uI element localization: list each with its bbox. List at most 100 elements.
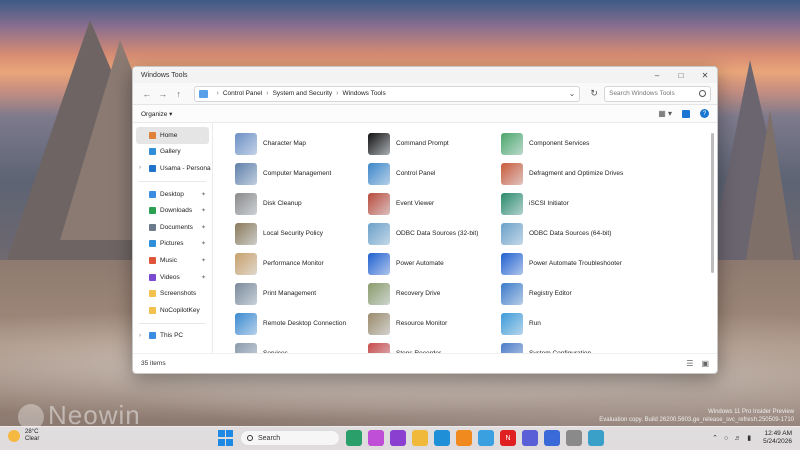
back-button[interactable]: ← xyxy=(139,86,155,102)
start-button[interactable] xyxy=(218,430,234,446)
tool-item-remote-desktop-connection[interactable]: Remote Desktop Connection xyxy=(235,309,368,339)
address-bar[interactable]: › Control Panel › System and Security › … xyxy=(194,85,581,102)
sidebar-item-pictures[interactable]: Pictures ✦ xyxy=(133,236,212,253)
sidebar-item-usama-persona[interactable]: › Usama - Persona xyxy=(133,160,212,177)
chevron-right-icon: › xyxy=(216,90,219,97)
sidebar-item-downloads[interactable]: Downloads ✦ xyxy=(133,202,212,219)
sidebar-item-desktop[interactable]: Desktop ✦ xyxy=(133,186,212,203)
tool-item-recovery-drive[interactable]: Recovery Drive xyxy=(368,279,501,309)
weather-widget[interactable]: 28°C Clear xyxy=(8,429,39,443)
chrome-icon[interactable] xyxy=(478,430,494,446)
tool-item-system-configuration[interactable]: System Configuration xyxy=(501,339,701,353)
chevron-up-icon[interactable]: ⌃ xyxy=(712,434,718,442)
tool-item-run[interactable]: Run xyxy=(501,309,701,339)
services-icon xyxy=(235,343,257,353)
tool-label: Print Management xyxy=(263,290,317,297)
file-explorer-icon[interactable] xyxy=(412,430,428,446)
tool-item-services[interactable]: Services xyxy=(235,339,368,353)
sidebar-item-music[interactable]: Music ✦ xyxy=(133,252,212,269)
tool-item-power-automate[interactable]: Power Automate xyxy=(368,249,501,279)
vertical-scrollbar[interactable] xyxy=(711,133,714,273)
videos-icon xyxy=(149,273,156,281)
performance-monitor-icon xyxy=(235,253,257,275)
maximize-button[interactable]: □ xyxy=(669,67,693,83)
help-icon[interactable]: ? xyxy=(700,109,709,118)
details-view-icon[interactable]: ☰ xyxy=(686,359,693,368)
sidebar-item-label: Home xyxy=(160,131,178,139)
sidebar-item-documents[interactable]: Documents ✦ xyxy=(133,219,212,236)
up-button[interactable]: ↑ xyxy=(171,86,187,102)
clock[interactable]: 12:49 AM 5/24/2026 xyxy=(763,430,792,446)
tool-item-computer-management[interactable]: Computer Management xyxy=(235,159,368,189)
tool-item-resource-monitor[interactable]: Resource Monitor xyxy=(368,309,501,339)
sidebar-item-screenshots[interactable]: Screenshots xyxy=(133,285,212,302)
tool-label: Defragment and Optimize Drives xyxy=(529,170,624,177)
view-options-icon[interactable]: ▦ ▾ xyxy=(658,109,672,118)
breadcrumb-system-security[interactable]: System and Security xyxy=(273,90,333,97)
defragment-icon xyxy=(501,163,523,185)
tool-item-iscsi-initiator[interactable]: iSCSI Initiator xyxy=(501,189,701,219)
security-policy-icon xyxy=(235,223,257,245)
tool-label: Character Map xyxy=(263,140,306,147)
details-pane-icon[interactable] xyxy=(682,109,690,118)
minimize-button[interactable]: – xyxy=(645,67,669,83)
large-icons-view-icon[interactable]: ▣ xyxy=(701,359,709,368)
tool-item-defragment-and-optimize-drives[interactable]: Defragment and Optimize Drives xyxy=(501,159,701,189)
netflix-icon[interactable]: N xyxy=(500,430,516,446)
app-icon-purple[interactable] xyxy=(390,430,406,446)
address-dropdown-icon[interactable]: ⌄ xyxy=(569,89,576,98)
command-prompt-icon xyxy=(368,133,390,155)
breadcrumb-windows-tools[interactable]: Windows Tools xyxy=(343,90,386,97)
app-icon-teal[interactable] xyxy=(588,430,604,446)
volume-icon[interactable]: ♬ xyxy=(734,435,741,442)
teams-icon[interactable] xyxy=(522,430,538,446)
tool-item-odbc-data-sources-32-bit[interactable]: ODBC Data Sources (32-bit) xyxy=(368,219,501,249)
copilot-icon[interactable] xyxy=(368,430,384,446)
view-toggle: ☰ ▣ xyxy=(686,359,709,368)
tool-item-local-security-policy[interactable]: Local Security Policy xyxy=(235,219,368,249)
window-controls: – □ ✕ xyxy=(645,67,717,83)
chevron-right-icon[interactable]: › xyxy=(139,165,141,171)
tool-item-registry-editor[interactable]: Registry Editor xyxy=(501,279,701,309)
taskbar-search[interactable]: Search xyxy=(240,430,340,446)
tool-item-power-automate-troubleshooter[interactable]: Power Automate Troubleshooter xyxy=(501,249,701,279)
taskbar: 28°C Clear Search N ⌃ ○ ♬ ▮ 12:49 AM 5/2… xyxy=(0,426,800,450)
tool-item-disk-cleanup[interactable]: Disk Cleanup xyxy=(235,189,368,219)
battery-icon[interactable]: ▮ xyxy=(747,434,751,442)
app-icon-gray[interactable] xyxy=(566,430,582,446)
build-line-1: Windows 11 Pro Insider Preview xyxy=(708,409,794,415)
breadcrumb-control-panel[interactable]: Control Panel xyxy=(223,90,262,97)
store-icon[interactable] xyxy=(434,430,450,446)
sidebar-item-label: Pictures xyxy=(160,240,184,248)
tool-item-event-viewer[interactable]: Event Viewer xyxy=(368,189,501,219)
tool-item-command-prompt[interactable]: Command Prompt xyxy=(368,129,501,159)
sidebar-item-home[interactable]: Home xyxy=(136,127,209,144)
tool-item-performance-monitor[interactable]: Performance Monitor xyxy=(235,249,368,279)
sidebar-item-videos[interactable]: Videos ✦ xyxy=(133,269,212,286)
wifi-icon[interactable]: ○ xyxy=(724,435,728,442)
tool-item-print-management[interactable]: Print Management xyxy=(235,279,368,309)
widgets-icon[interactable] xyxy=(346,430,362,446)
tool-item-control-panel[interactable]: Control Panel xyxy=(368,159,501,189)
sidebar-item-gallery[interactable]: Gallery xyxy=(133,144,212,161)
close-button[interactable]: ✕ xyxy=(693,67,717,83)
search-input[interactable]: Search Windows Tools xyxy=(604,85,712,102)
organize-button[interactable]: Organize ▾ xyxy=(141,110,172,118)
pictures-icon xyxy=(149,240,156,248)
tool-item-steps-recorder[interactable]: Steps Recorder xyxy=(368,339,501,353)
app-icon-blue[interactable] xyxy=(544,430,560,446)
tool-item-component-services[interactable]: Component Services xyxy=(501,129,701,159)
pin-icon: ✦ xyxy=(200,274,206,281)
organize-label: Organize xyxy=(141,110,168,118)
chevron-right-icon[interactable]: › xyxy=(139,333,141,339)
sidebar-item-this-pc[interactable]: › This PC xyxy=(133,328,212,345)
tool-item-character-map[interactable]: Character Map xyxy=(235,129,368,159)
title-bar[interactable]: Windows Tools – □ ✕ xyxy=(133,67,717,83)
sidebar-divider xyxy=(139,322,206,324)
vlc-icon[interactable] xyxy=(456,430,472,446)
sidebar-item-nocopilotkey[interactable]: NoCopilotKey xyxy=(133,302,212,319)
forward-button[interactable]: → xyxy=(155,86,171,102)
tool-item-odbc-data-sources-64-bit[interactable]: ODBC Data Sources (64-bit) xyxy=(501,219,701,249)
refresh-button[interactable]: ↻ xyxy=(586,86,602,102)
run-icon xyxy=(501,313,523,335)
